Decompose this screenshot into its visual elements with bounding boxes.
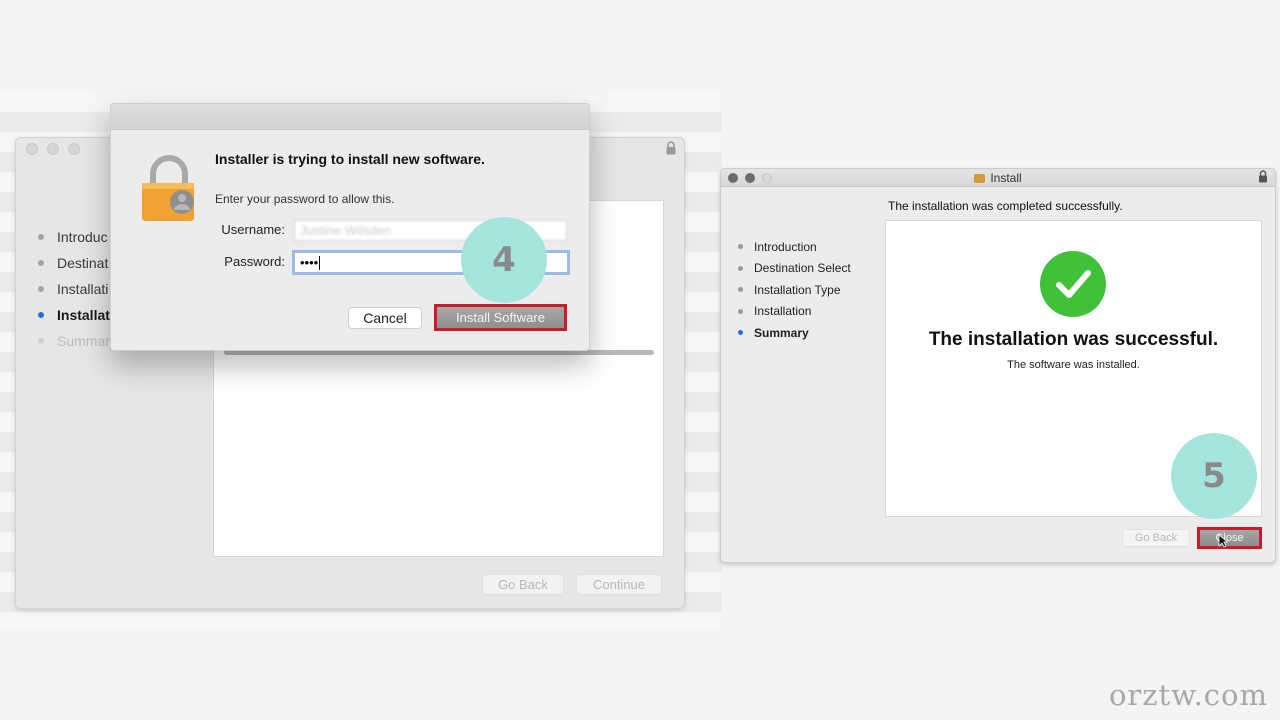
password-value: ••••	[300, 255, 319, 270]
step-dot	[738, 287, 743, 293]
success-title: The installation was successful.	[928, 329, 1219, 350]
text-cursor	[319, 255, 321, 270]
close-window-button[interactable]	[26, 143, 38, 155]
step-installation: Installat	[38, 302, 110, 328]
go-back-button[interactable]: Go Back	[1122, 529, 1190, 547]
step-summary: Summar	[38, 328, 110, 354]
step-dot	[738, 265, 743, 271]
step-introduction: Introduction	[738, 236, 851, 258]
watermark: orztw.com	[1108, 678, 1268, 712]
step-installation-type: Installati	[38, 276, 110, 302]
step-installation-type: Installation Type	[738, 279, 851, 301]
success-check-icon	[1040, 251, 1106, 317]
continue-button[interactable]: Continue	[576, 574, 662, 595]
lock-icon	[1258, 170, 1268, 186]
dialog-message: Enter your password to allow this.	[215, 192, 395, 206]
step-4-badge: 4	[461, 217, 547, 303]
status-header: The installation was completed successfu…	[888, 199, 1123, 213]
minimize-window-button[interactable]	[47, 143, 59, 155]
dialog-header	[111, 104, 589, 130]
close-button[interactable]: Close	[1197, 527, 1262, 549]
step-dot	[38, 312, 44, 318]
package-icon	[974, 174, 986, 183]
success-subtitle: The software was installed.	[1007, 359, 1140, 371]
dialog-title: Installer is trying to install new softw…	[215, 151, 485, 167]
step-destination-select: Destination Select	[738, 258, 851, 280]
step-dot	[38, 286, 44, 292]
step-dot	[38, 260, 44, 266]
step-dot	[738, 330, 743, 336]
step-installation: Installation	[738, 301, 851, 323]
username-label: Username:	[221, 222, 285, 237]
step-dot	[738, 308, 743, 314]
go-back-button[interactable]: Go Back	[482, 574, 564, 595]
zoom-window-button[interactable]	[68, 143, 80, 155]
installer-steps: Introduc Destinat Installati Installat S…	[38, 224, 110, 354]
mouse-pointer-icon	[1218, 534, 1228, 548]
step-introduction: Introduc	[38, 224, 110, 250]
lock-icon	[665, 141, 677, 158]
lock-icon	[142, 155, 194, 221]
step-summary: Summary	[738, 322, 851, 344]
password-label: Password:	[224, 254, 285, 269]
install-software-button[interactable]: Install Software	[434, 304, 567, 331]
window-title: Install	[721, 171, 1275, 185]
step-5-badge: 5	[1171, 433, 1257, 519]
step-dot	[38, 338, 44, 344]
step-dot	[38, 234, 44, 240]
step-dot	[738, 244, 743, 250]
installer-steps: Introduction Destination Select Installa…	[738, 236, 851, 344]
title-bar: Install	[721, 169, 1275, 187]
cancel-button[interactable]: Cancel	[348, 307, 422, 329]
step-destination: Destinat	[38, 250, 110, 276]
